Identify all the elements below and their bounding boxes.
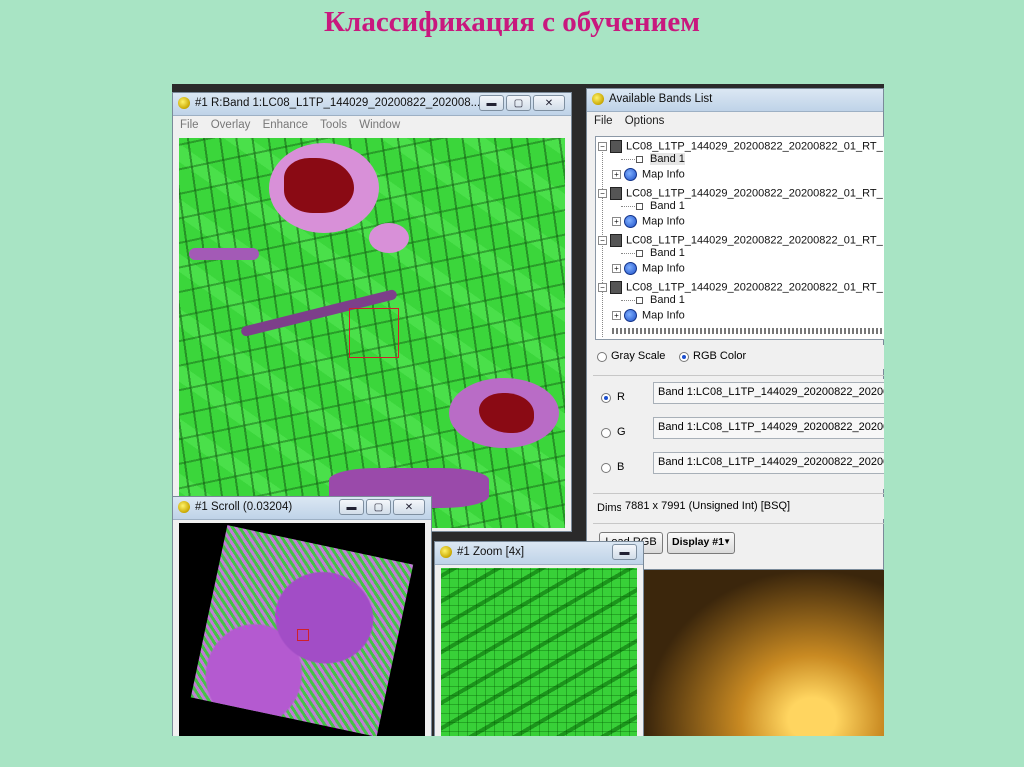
channel-g-radio[interactable]: [601, 428, 611, 438]
tree-mapinfo-node[interactable]: + Map Info: [612, 262, 685, 275]
tree-mapinfo-node[interactable]: + Map Info: [612, 168, 685, 181]
file-icon: [610, 140, 622, 153]
bands-window-menubar: File Options: [587, 112, 883, 130]
expand-icon[interactable]: +: [612, 264, 621, 273]
zoom-window-titlebar[interactable]: #1 Zoom [4x] ▬: [435, 542, 643, 565]
scroll-window[interactable]: #1 Scroll (0.03204) ▬ ▢ ✕: [172, 496, 432, 736]
tree-band-node[interactable]: Band 1: [636, 294, 685, 306]
envi-app-icon: [178, 97, 190, 109]
channel-r-field[interactable]: Band 1:LC08_L1TP_144029_20200822_2020082…: [653, 382, 884, 404]
dropdown-arrow-icon: ▼: [723, 537, 731, 546]
dims-label: Dims: [597, 502, 623, 514]
zoom-window-title: #1 Zoom [4x]: [457, 546, 525, 558]
channel-b-field[interactable]: Band 1:LC08_L1TP_144029_20200822_2020082…: [653, 452, 884, 474]
scroll-window-title: #1 Scroll (0.03204): [195, 501, 293, 513]
minimize-button[interactable]: ▬: [339, 499, 364, 515]
menu-file[interactable]: File: [180, 116, 199, 134]
tree-mapinfo-node[interactable]: + Map Info: [612, 215, 685, 228]
channel-g-field[interactable]: Band 1:LC08_L1TP_144029_20200822_2020082…: [653, 417, 884, 439]
soil-patch: [369, 223, 409, 253]
band-icon: [636, 155, 643, 163]
bands-window-title: Available Bands List: [609, 93, 713, 105]
tree-band-node[interactable]: Band 1: [636, 153, 685, 165]
collapse-icon[interactable]: −: [598, 142, 607, 151]
main-image-window[interactable]: #1 R:Band 1:LC08_L1TP_144029_20200822_20…: [172, 92, 572, 532]
channel-b-radio[interactable]: [601, 463, 611, 473]
zoomed-image-view[interactable]: [441, 568, 637, 736]
slide-title: Классификация с обучением: [324, 6, 700, 38]
available-bands-window[interactable]: Available Bands List File Options − LC08_…: [586, 88, 884, 570]
rgb-channel-panel: R Band 1:LC08_L1TP_144029_20200822_20200…: [595, 379, 884, 489]
display-select-value: Display #1: [672, 536, 724, 548]
menu-tools[interactable]: Tools: [320, 116, 347, 134]
satellite-image-view[interactable]: [179, 138, 565, 528]
tree-partial-row: [612, 328, 884, 334]
zoom-box-indicator[interactable]: [349, 308, 399, 358]
maximize-button[interactable]: ▢: [506, 95, 531, 111]
zoom-window[interactable]: #1 Zoom [4x] ▬: [434, 541, 644, 736]
rgb-color-radio[interactable]: [679, 352, 689, 362]
channel-b-label: B: [617, 461, 625, 473]
rgb-color-label: RGB Color: [693, 350, 747, 362]
file-icon: [610, 187, 622, 200]
expand-icon[interactable]: +: [612, 311, 621, 320]
globe-icon: [624, 309, 637, 322]
gray-scale-radio[interactable]: [597, 352, 607, 362]
envi-app-icon: [440, 546, 452, 558]
menu-file[interactable]: File: [594, 112, 613, 130]
bands-window-titlebar[interactable]: Available Bands List: [587, 89, 883, 112]
soil-patch: [189, 248, 259, 260]
collapse-icon[interactable]: −: [598, 283, 607, 292]
gray-scale-label: Gray Scale: [611, 350, 666, 362]
expand-icon[interactable]: +: [612, 217, 621, 226]
menu-overlay[interactable]: Overlay: [211, 116, 251, 134]
band-icon: [636, 202, 643, 210]
bands-tree[interactable]: − LC08_L1TP_144029_20200822_20200822_01_R…: [595, 136, 884, 340]
channel-r-radio[interactable]: [601, 393, 611, 403]
close-button[interactable]: ✕: [393, 499, 425, 515]
band-icon: [636, 249, 643, 257]
menu-options[interactable]: Options: [625, 112, 665, 130]
scroll-box-indicator[interactable]: [297, 629, 309, 641]
expand-icon[interactable]: +: [612, 170, 621, 179]
collapse-icon[interactable]: −: [598, 189, 607, 198]
tree-band-node[interactable]: Band 1: [636, 247, 685, 259]
tree-file-node[interactable]: − LC08_L1TP_144029_20200822_20200822_01_R…: [598, 140, 883, 153]
main-window-title: #1 R:Band 1:LC08_L1TP_144029_20200822_20…: [195, 97, 481, 109]
globe-icon: [624, 262, 637, 275]
menu-enhance[interactable]: Enhance: [263, 116, 308, 134]
display-select[interactable]: Display #1 ▼: [667, 532, 735, 554]
collapse-icon[interactable]: −: [598, 236, 607, 245]
tree-file-node[interactable]: − LC08_L1TP_144029_20200822_20200822_01_R…: [598, 187, 883, 200]
file-icon: [610, 281, 622, 294]
envi-app-icon: [178, 501, 190, 513]
envi-app-icon: [592, 93, 604, 105]
scroll-overview-image[interactable]: [179, 523, 425, 736]
channel-g-label: G: [617, 426, 626, 438]
band-icon: [636, 296, 643, 304]
globe-icon: [624, 168, 637, 181]
dims-value: 7881 x 7991 (Unsigned Int) [BSQ]: [621, 497, 884, 519]
maximize-button[interactable]: ▢: [366, 499, 391, 515]
desktop-wallpaper: [644, 569, 884, 736]
tree-file-node[interactable]: − LC08_L1TP_144029_20200822_20200822_01_R…: [598, 234, 883, 247]
tree-mapinfo-node[interactable]: + Map Info: [612, 309, 685, 322]
color-mode-panel: Gray Scale RGB Color: [595, 345, 884, 369]
main-window-menubar: File Overlay Enhance Tools Window: [173, 116, 571, 134]
minimize-button[interactable]: ▬: [612, 544, 637, 560]
main-window-titlebar[interactable]: #1 R:Band 1:LC08_L1TP_144029_20200822_20…: [173, 93, 571, 116]
minimize-button[interactable]: ▬: [479, 95, 504, 111]
globe-icon: [624, 215, 637, 228]
file-icon: [610, 234, 622, 247]
dims-panel: Dims 7881 x 7991 (Unsigned Int) [BSQ]: [595, 497, 884, 519]
tree-band-node[interactable]: Band 1: [636, 200, 685, 212]
close-button[interactable]: ✕: [533, 95, 565, 111]
tree-file-node[interactable]: − LC08_L1TP_144029_20200822_20200822_01_R…: [598, 281, 883, 294]
channel-r-label: R: [617, 391, 625, 403]
envi-screenshot: #1 R:Band 1:LC08_L1TP_144029_20200822_20…: [172, 84, 884, 736]
scroll-window-titlebar[interactable]: #1 Scroll (0.03204) ▬ ▢ ✕: [173, 497, 431, 520]
menu-window[interactable]: Window: [359, 116, 400, 134]
